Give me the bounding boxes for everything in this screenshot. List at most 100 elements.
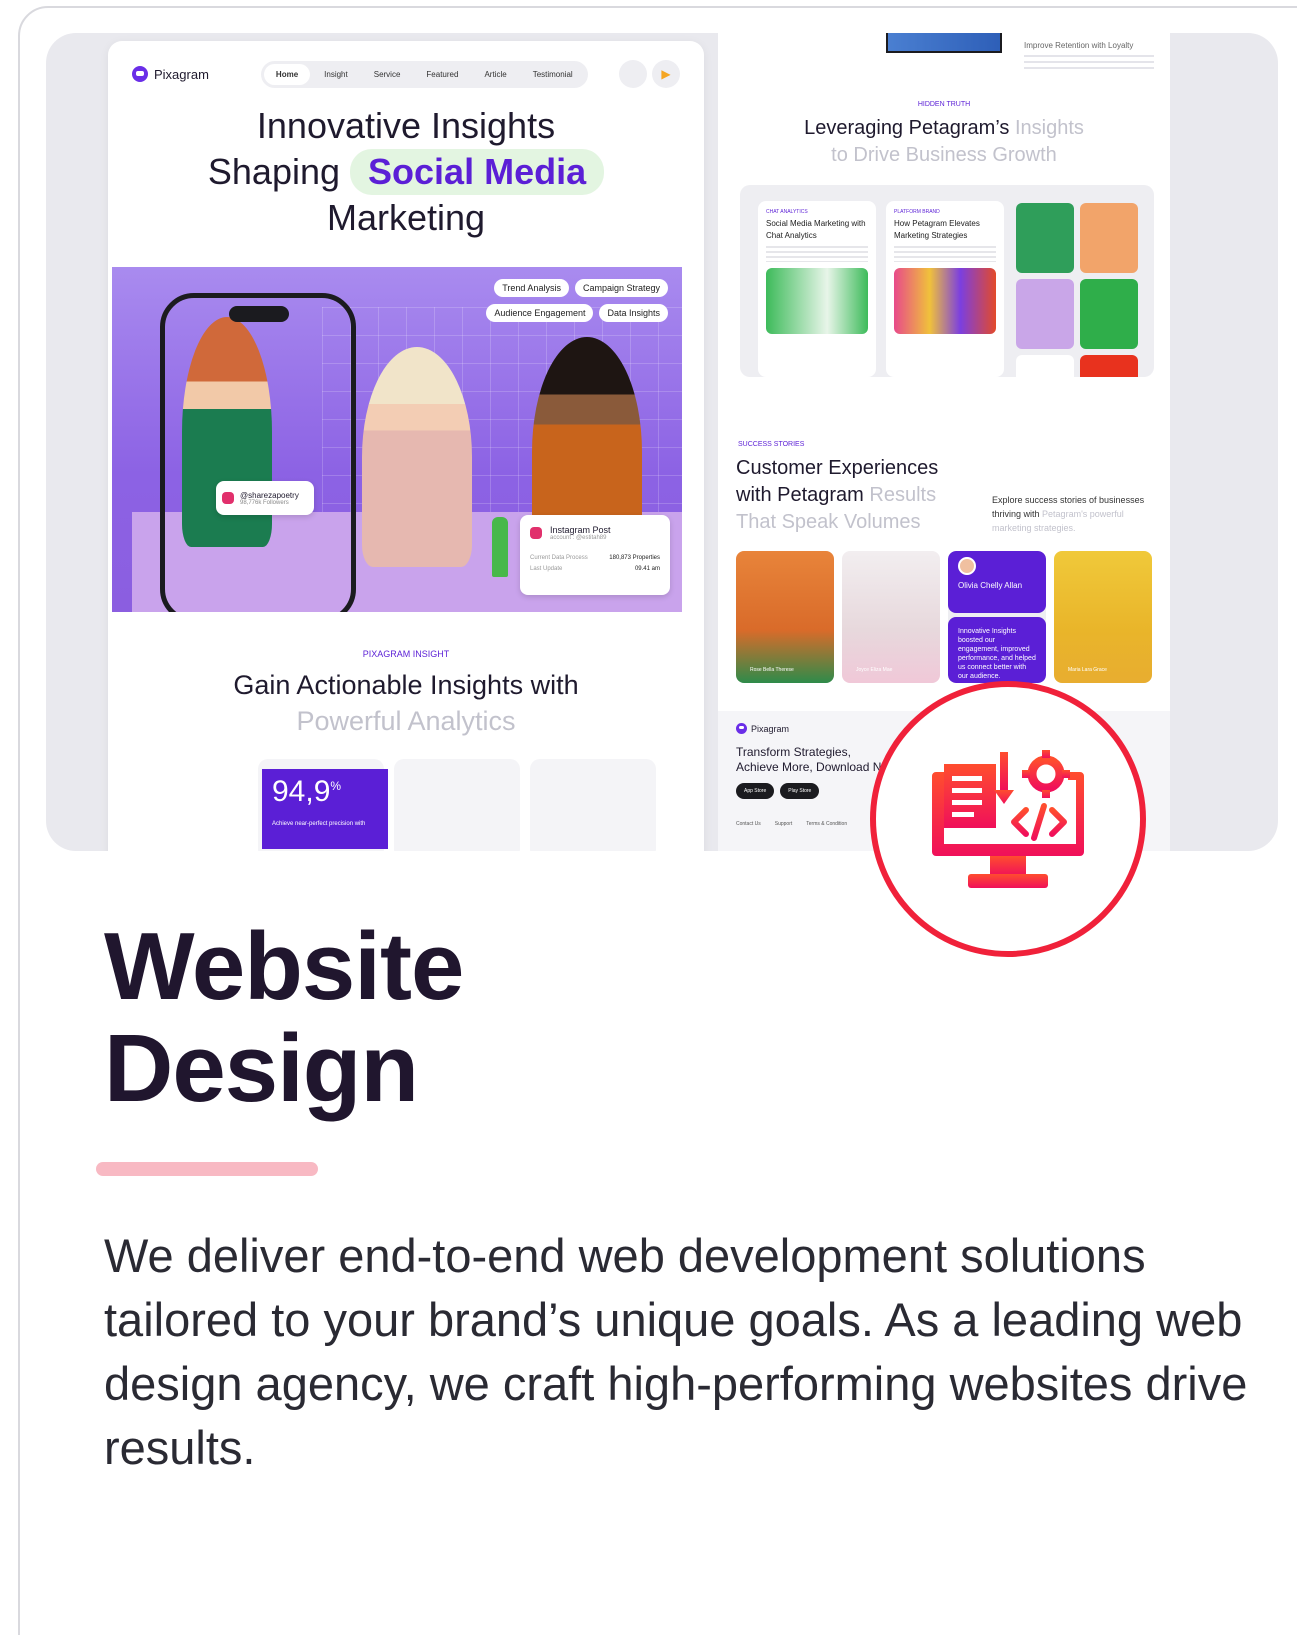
story4-name: Maria Lara Grace [1068,667,1107,673]
post-title: Instagram Post [550,525,611,535]
mock-nav: Pixagram Home Insight Service Featured A… [132,57,680,91]
store-buttons: App Store Play Store [736,783,820,799]
story-card-1: Rose Bella Therese [736,551,834,683]
card2-image [894,268,996,334]
retention-text-lines [1024,55,1154,73]
footer-link-terms: Terms & Condition [806,821,848,827]
success-stories-label: SUCCESS STORIES [738,441,805,448]
retention-heading: Improve Retention with Loyalty [1024,41,1134,50]
social-followers: 98,776k Followers [240,499,289,506]
stat-card-3 [530,759,656,851]
apple-icon [619,60,647,88]
hero-photo: Trend Analysis Campaign Strategy Audienc… [112,267,682,612]
chip-data-insights: Data Insights [599,304,668,322]
chip-row-2: Audience Engagement Data Insights [486,304,668,322]
stat-card-precision: 94,9% Achieve near-perfect precision wit… [258,759,388,851]
success-stories-title: Customer Experiences with Petagram Resul… [736,455,938,536]
face-tile-5 [1016,355,1074,377]
accent-underline [96,1162,318,1176]
title-line-2: Design [104,1015,419,1122]
leveraging-title: Leveraging Petagram’s Insights to Drive … [718,115,1170,169]
hero-line-3: Marketing [326,197,486,238]
brand-name: Pixagram [154,66,209,82]
card1-image [766,268,868,334]
face-tile-3 [1016,279,1074,349]
person-blonde [362,347,472,567]
footer-link-support: Support [774,821,793,827]
card1-text-lines [766,246,868,262]
mock-brand: Pixagram [132,66,209,82]
video-thumbnail [886,33,1002,53]
stat-unit: % [330,779,342,793]
success-stories-desc: Explore success stories of businesses th… [992,493,1162,535]
post-row1-label: Current Data Process [530,555,588,561]
pixagram-logo-icon [132,66,148,82]
phone-notch [229,306,289,322]
nav-service: Service [373,69,401,79]
service-title: Website Design [104,913,464,1122]
post-account: account : @estitah89 [550,535,607,541]
play-store-button: Play Store [780,783,820,799]
stat-card-2 [394,759,520,851]
instagram-icon [222,492,234,504]
footer-link-contact: Contact Us [736,821,761,827]
leveraging-title-a: Leveraging Petagram’s [804,117,1010,139]
play-store-icon: ▶ [652,60,680,88]
insight-title-main: Gain Actionable Insights with [233,670,579,700]
nav-featured: Featured [426,69,459,79]
face-tile-6 [1080,355,1138,377]
ss-title-1: Customer Experiences [736,457,939,479]
stat-cards: 94,9% Achieve near-perfect precision wit… [258,759,656,851]
mock-store-icons: ▶ [619,60,680,88]
story3-name: Olivia Chelly Allan [958,581,1023,590]
instagram-post-card: Instagram Post account : @estitah89 Curr… [520,515,670,595]
leveraging-title-b: Insights [1014,117,1084,139]
nav-article: Article [484,69,507,79]
story-card-4: Maria Lara Grace [1054,551,1152,683]
follower-card: @sharezapoetry 98,776k Followers [216,481,314,515]
left-site-mockup: Pixagram Home Insight Service Featured A… [108,41,704,851]
title-line-1: Website [104,913,464,1020]
ss-title-2: with Petagram [736,484,864,506]
insight-section-label: PIXAGRAM INSIGHT [362,649,450,659]
footer-links: Contact Us Support Terms & Condition [736,821,847,827]
post-row2-label: Last Update [530,566,563,572]
footer-brand: Pixagram [736,723,789,734]
nav-insight: Insight [324,69,348,79]
ss-title-3: That Speak Volumes [736,511,921,533]
footer-headline: Transform Strategies, Achieve More, Down… [736,745,897,775]
card2-text-lines [894,246,996,262]
mock-nav-links: Home Insight Service Featured Article Te… [260,60,588,88]
footer-head-1: Transform Strategies, [736,745,851,759]
nav-testimonial: Testimonial [532,69,573,79]
pixagram-logo-icon [736,723,747,734]
card1-label: CHAT ANALYTICS [766,209,808,215]
story-row: Rose Bella Therese Joyce Eliza Mae Olivi… [736,551,1152,683]
story3-quote: Innovative Insights boosted our engageme… [948,617,1046,683]
web-development-badge [870,681,1146,957]
hero-line-2: Shaping [207,151,341,192]
card2-label: PLATFORM BRAND [894,209,940,215]
feature-card-chat: CHAT ANALYTICS Social Media Marketing wi… [758,201,876,377]
story-card-2: Joyce Eliza Mae [842,551,940,683]
hero-line-1: Innovative Insights [256,105,556,146]
chip-row-1: Trend Analysis Campaign Strategy [494,279,668,297]
hero-highlight: Social Media [350,149,605,195]
green-bottle [492,517,508,577]
web-development-monitor-icon [932,750,1084,888]
post-row2-value: 09.41 am [634,566,660,572]
mock-hero-title: Innovative Insights Shaping Social Media… [108,103,704,241]
story2-name: Joyce Eliza Mae [856,667,893,673]
instagram-icon [530,527,542,539]
story-card-3: Olivia Chelly Allan Innovative Insights … [948,551,1046,683]
post-row1-value: 180,873 Properties [609,555,660,561]
card2-title: How Petagram Elevates Marketing Strategi… [894,219,980,240]
face-tile-1 [1016,203,1074,273]
footer-brand-name: Pixagram [751,723,790,734]
footer-head-2: Achieve More, Download Now [736,760,897,774]
feature-cards-box: CHAT ANALYTICS Social Media Marketing wi… [740,185,1154,377]
insight-title-faint: Powerful Analytics [296,706,516,736]
face-tile-2 [1080,203,1138,273]
social-handle: @sharezapoetry [240,490,299,500]
app-store-button: App Store [736,783,775,799]
